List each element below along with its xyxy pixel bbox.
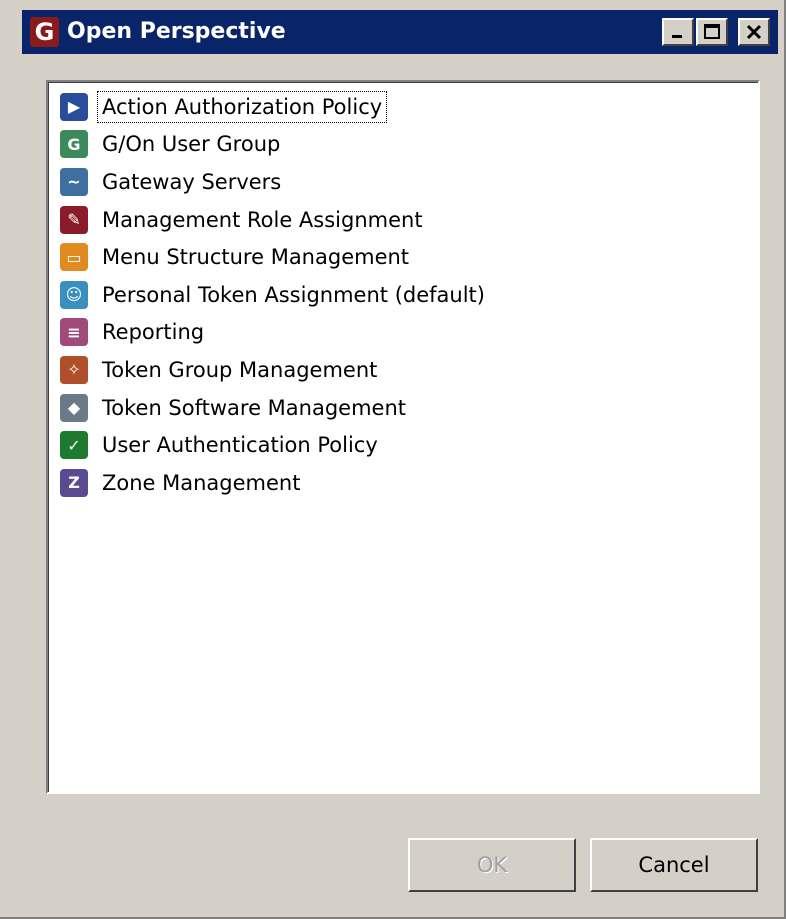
list-item[interactable]: ◆ Token Software Management [60, 389, 758, 427]
wrench-icon: ✧ [60, 355, 88, 384]
title-bar[interactable]: G Open Perspective [22, 10, 778, 54]
list-item[interactable]: G G/On User Group [60, 126, 758, 164]
zone-icon: Z [60, 468, 88, 497]
list-item[interactable]: ✓ User Authentication Policy [60, 426, 758, 464]
list-item[interactable]: ✧ Token Group Management [60, 351, 758, 389]
ok-button[interactable]: OK [408, 838, 576, 892]
users-icon: ☺ [60, 280, 88, 309]
dialog-title: Open Perspective [67, 19, 286, 44]
cancel-button[interactable]: Cancel [590, 838, 758, 892]
list-item[interactable]: ▭ Menu Structure Management [60, 238, 758, 276]
minimize-button[interactable] [662, 18, 694, 46]
list-item-label: Token Software Management [102, 395, 407, 420]
list-item[interactable]: Z Zone Management [60, 464, 758, 502]
list-item[interactable]: ▶ Action Authorization Policy [60, 88, 758, 126]
app-logo-icon: G [30, 17, 59, 47]
open-perspective-dialog: G Open Perspective ▶ Action Authorization… [0, 0, 786, 919]
list-item[interactable]: ☺ Personal Token Assignment (default) [60, 276, 758, 314]
perspective-list[interactable]: ▶ Action Authorization Policy G G/On User G… [46, 80, 760, 794]
list-item-label: Zone Management [102, 470, 301, 495]
play-icon: ▶ [60, 92, 88, 121]
list-item-label: Reporting [102, 320, 205, 345]
minimize-icon [672, 35, 682, 38]
list-item-label: Token Group Management [102, 357, 378, 382]
list-item[interactable]: ≡ Reporting [60, 314, 758, 352]
folder-icon: ▭ [60, 243, 88, 272]
document-icon: ≡ [60, 318, 88, 347]
checkmark-icon: ✓ [60, 431, 88, 460]
list-item[interactable]: ~ Gateway Servers [60, 163, 758, 201]
list-item-label: Gateway Servers [102, 169, 282, 194]
list-item-label: Menu Structure Management [102, 245, 410, 270]
list-item-label: Management Role Assignment [102, 207, 423, 232]
maximize-icon [704, 24, 720, 39]
list-item[interactable]: ✎ Management Role Assignment [60, 201, 758, 239]
close-button[interactable] [738, 18, 770, 46]
pencil-icon: ✎ [60, 205, 88, 234]
user-group-icon: G [60, 130, 88, 159]
list-item-label: User Authentication Policy [102, 433, 378, 458]
maximize-button[interactable] [696, 18, 728, 46]
list-item-label: Personal Token Assignment (default) [102, 282, 485, 307]
box-icon: ◆ [60, 393, 88, 422]
list-item-label: Action Authorization Policy [96, 90, 388, 123]
pulse-icon: ~ [60, 167, 88, 196]
close-icon [746, 24, 762, 40]
list-item-label: G/On User Group [102, 132, 281, 157]
